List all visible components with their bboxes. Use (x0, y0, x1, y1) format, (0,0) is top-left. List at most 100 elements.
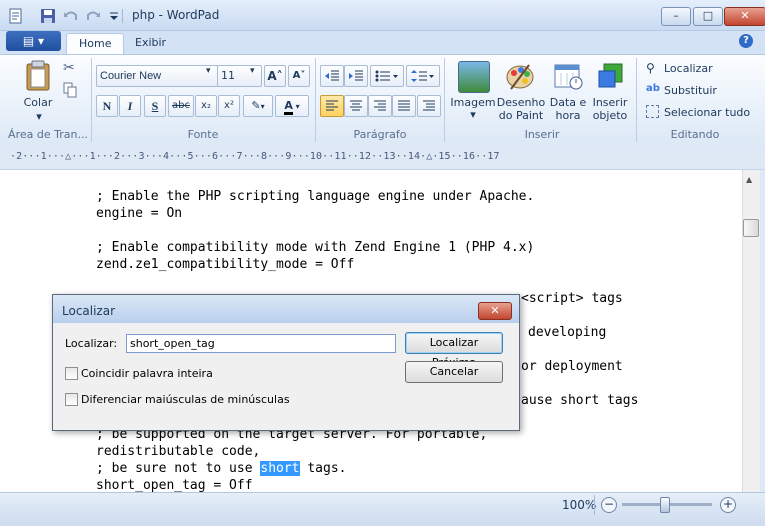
font-family-value: Courier New (100, 70, 162, 82)
scrollbar-thumb[interactable] (743, 219, 759, 237)
editing-group-label: Editando (670, 128, 720, 141)
find-label: Localizar: (65, 337, 118, 350)
bold-button[interactable]: N (96, 95, 118, 117)
increase-indent-icon[interactable] (344, 65, 368, 87)
document-line: short_open_tag = Off (96, 478, 253, 493)
zoom-slider-thumb[interactable] (660, 497, 670, 513)
strikethrough-button[interactable]: abc (168, 95, 194, 117)
group-separator (91, 58, 92, 142)
paragraph-settings-icon[interactable] (417, 95, 441, 117)
line-spacing-icon[interactable] (406, 65, 440, 87)
close-window-button[interactable]: ✕ (724, 7, 765, 26)
italic-button[interactable]: I (119, 95, 141, 117)
decrease-indent-icon[interactable] (320, 65, 344, 87)
document-line: zend.ze1_compatibility_mode = Off (96, 257, 355, 272)
superscript-button[interactable]: x² (218, 95, 240, 117)
align-right-icon[interactable] (368, 95, 392, 117)
ruler-scale: ·2···1···△···1···2···3···4···5···6···7··… (10, 151, 500, 162)
wordpad-icon[interactable] (8, 8, 24, 24)
group-separator (444, 58, 445, 142)
document-line: ; Enable compatibility mode with Zend En… (96, 240, 535, 255)
match-case-checkbox[interactable] (65, 393, 78, 406)
font-color-icon: A (284, 99, 293, 115)
group-separator (315, 58, 316, 142)
status-divider (594, 495, 595, 515)
cancel-button[interactable]: Cancelar (405, 361, 503, 383)
find-button[interactable]: Localizar (664, 62, 713, 75)
font-group-label: Fonte (187, 128, 219, 141)
subscript-button[interactable]: x₂ (195, 95, 217, 117)
paste-dropdown-icon[interactable]: ▾ (34, 110, 44, 123)
dialog-title-bar (53, 295, 519, 323)
highlight-color-button[interactable]: ✎▾ (243, 95, 273, 117)
select-all-icon (646, 105, 659, 118)
toolbar-divider (122, 9, 123, 23)
font-color-button[interactable]: A ▾ (275, 95, 309, 117)
zoom-in-button[interactable]: + (720, 497, 736, 513)
calendar-clock-icon[interactable] (553, 61, 583, 91)
document-line: or deployment (521, 359, 623, 374)
undo-icon[interactable] (63, 8, 79, 24)
redo-icon[interactable] (85, 8, 101, 24)
underline-button[interactable]: S (144, 95, 166, 117)
application-menu-button[interactable]: ▤ ▾ (6, 31, 61, 51)
highlighter-icon: ✎ (251, 99, 261, 112)
font-size-select[interactable]: 11 (217, 65, 262, 87)
font-family-select[interactable]: Courier New (96, 65, 219, 87)
match-whole-word-label: Coincidir palavra inteira (81, 367, 213, 380)
select-all-button[interactable]: Selecionar tudo (664, 106, 750, 119)
zoom-level: 100% (562, 498, 597, 512)
insert-image-dropdown-icon[interactable]: ▾ (468, 108, 478, 121)
insert-object-icon[interactable] (596, 61, 626, 91)
paint-drawing-button[interactable]: Desenho do Paint (494, 96, 548, 122)
insert-datetime-button[interactable]: Data e hora (546, 96, 590, 122)
text-run: tags. (299, 461, 347, 476)
paste-icon[interactable] (24, 60, 52, 92)
find-input[interactable]: short_open_tag (126, 334, 396, 353)
scroll-up-icon[interactable]: ▲ (746, 175, 752, 184)
match-whole-word-checkbox[interactable] (65, 367, 78, 380)
font-size-dropdown-icon[interactable]: ▾ (250, 66, 255, 76)
paragraph-group-label: Parágrafo (353, 128, 407, 141)
dialog-title: Localizar (62, 304, 116, 318)
align-center-icon[interactable] (344, 95, 368, 117)
search-highlight: short (260, 461, 300, 476)
copy-icon[interactable] (63, 82, 77, 98)
dialog-close-button[interactable]: ✕ (478, 302, 512, 320)
font-size-value: 11 (221, 69, 235, 82)
save-icon[interactable] (40, 8, 56, 24)
document-line: <script> tags (521, 291, 623, 306)
paste-button[interactable]: Colar (18, 96, 58, 109)
tab-view[interactable]: Exibir (123, 33, 178, 53)
status-bar (0, 492, 765, 526)
help-icon[interactable]: ? (739, 34, 753, 48)
cut-icon[interactable]: ✂ (63, 60, 77, 76)
document-line: ; Enable the PHP scripting language engi… (96, 189, 535, 204)
zoom-out-button[interactable]: − (601, 497, 617, 513)
image-icon[interactable] (458, 61, 490, 93)
shrink-font-button[interactable]: A˅ (288, 65, 310, 87)
find-next-button[interactable]: Localizar Próxima (405, 332, 503, 369)
insert-group-label: Inserir (524, 128, 560, 141)
text-run: ; be sure not to use (96, 461, 261, 476)
tab-home[interactable]: Home (66, 33, 125, 54)
minimize-button[interactable]: – (661, 7, 691, 26)
binoculars-icon: ⚲ (646, 61, 655, 75)
customize-toolbar-icon[interactable] (106, 8, 122, 24)
align-left-icon[interactable] (320, 95, 344, 117)
insert-object-button[interactable]: Inserir objeto (588, 96, 632, 122)
document-line: ; be sure not to use short tags. (96, 461, 346, 476)
list-icon[interactable] (370, 65, 404, 87)
window-title: php - WordPad (132, 8, 220, 22)
justify-icon[interactable] (392, 95, 416, 117)
match-case-label: Diferenciar maiúsculas de minúsculas (81, 393, 290, 406)
font-family-dropdown-icon[interactable]: ▾ (206, 66, 211, 76)
document-line: ause short tags (521, 393, 639, 408)
maximize-button[interactable]: □ (693, 7, 723, 26)
document-line: redistributable code, (96, 444, 261, 459)
replace-icon: ab (646, 83, 660, 94)
replace-button[interactable]: Substituir (664, 84, 717, 97)
paint-palette-icon[interactable] (505, 61, 535, 91)
document-line: engine = On (96, 206, 183, 221)
grow-font-button[interactable]: A˄ (264, 65, 286, 87)
